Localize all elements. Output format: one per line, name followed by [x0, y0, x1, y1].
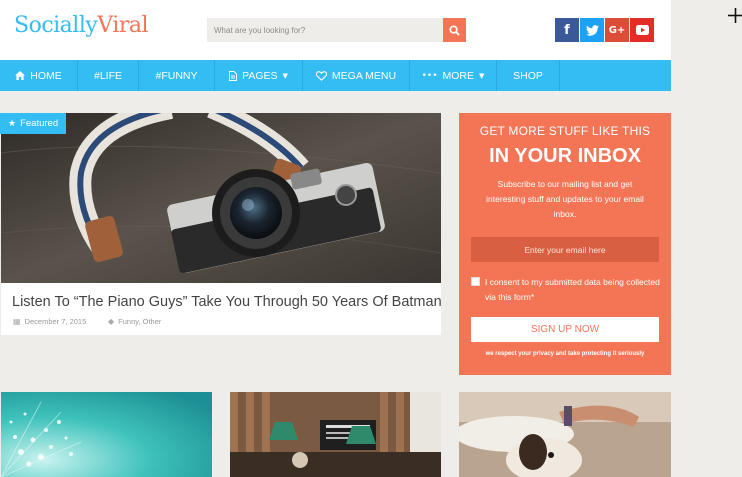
post-thumbnail[interactable] — [1, 392, 212, 477]
site: SociallyViral f G+ HOME — [0, 0, 671, 477]
nav-item-shop[interactable]: SHOP — [497, 60, 560, 91]
tag-icon: ◆ — [108, 317, 115, 326]
nav-label-life: #LIFE — [93, 69, 122, 82]
privacy-note: we respect your privacy and take protect… — [485, 351, 645, 357]
nav-item-more[interactable]: ••• MORE ▼ — [410, 60, 497, 91]
post-categories[interactable]: ◆ Funny, Other — [108, 317, 161, 326]
post-categories-text: Funny, Other — [118, 317, 162, 326]
newsletter-widget: GET MORE STUFF LIKE THIS IN YOUR INBOX S… — [459, 113, 671, 375]
featured-badge: ★ Featured — [0, 113, 67, 134]
post-thumbnail[interactable] — [459, 392, 671, 477]
nav-label-funny: #FUNNY — [155, 69, 198, 82]
twitter-icon[interactable] — [580, 18, 604, 42]
newsletter-description: Subscribe to our mailing list and get in… — [486, 179, 644, 219]
nav-item-home[interactable]: HOME — [0, 60, 78, 91]
nav-item-pages[interactable]: PAGES ▼ — [215, 60, 303, 91]
nav-label-home: HOME — [30, 69, 62, 82]
logo-text-part1: Socially — [14, 13, 98, 38]
consent-checkbox[interactable] — [471, 277, 480, 286]
featured-post-image[interactable] — [1, 113, 441, 283]
search-button[interactable] — [443, 18, 466, 42]
file-icon — [229, 70, 238, 81]
consent-label: I consent to my submitted data being col… — [485, 277, 660, 302]
youtube-icon[interactable] — [630, 18, 654, 42]
email-field[interactable] — [471, 237, 659, 262]
post-date: ▦ December 7, 2015 — [13, 317, 86, 326]
search-icon — [449, 24, 460, 36]
nav-label-pages: PAGES — [242, 69, 278, 82]
post-thumbnail[interactable] — [230, 392, 441, 477]
facebook-icon[interactable]: f — [555, 18, 579, 42]
sign-up-button[interactable]: SIGN UP NOW — [471, 317, 659, 342]
plus-icon[interactable] — [727, 7, 742, 24]
search-bar — [207, 18, 466, 42]
nav-label-mega-menu: MEGA MENU — [331, 69, 397, 82]
logo-text-part2: Viral — [97, 13, 149, 38]
home-icon — [15, 71, 26, 80]
newsletter-subheading: IN YOUR INBOX — [489, 145, 641, 167]
site-header: SociallyViral f G+ — [0, 0, 671, 60]
post-date-text: December 7, 2015 — [24, 317, 87, 326]
main-nav: HOME #LIFE #FUNNY PAGES ▼ MEGA MENU ••• … — [0, 60, 671, 91]
star-icon: ★ — [8, 118, 17, 129]
consent-row: I consent to my submitted data being col… — [471, 275, 661, 305]
dots-icon: ••• — [421, 70, 438, 81]
chevron-down-icon: ▼ — [282, 71, 288, 80]
newsletter-heading: GET MORE STUFF LIKE THIS — [479, 124, 651, 138]
featured-post-card: Listen To “The Piano Guys” Take You Thro… — [1, 113, 442, 335]
nav-item-funny[interactable]: #FUNNY — [139, 60, 215, 91]
nav-label-more: MORE — [442, 69, 475, 82]
site-logo[interactable]: SociallyViral — [14, 13, 149, 38]
nav-label-shop: SHOP — [513, 69, 543, 82]
chevron-down-icon: ▼ — [479, 71, 485, 80]
calendar-icon: ▦ — [13, 317, 21, 326]
featured-badge-label: Featured — [20, 118, 59, 129]
nav-item-mega-menu[interactable]: MEGA MENU — [303, 60, 410, 91]
search-input[interactable] — [207, 18, 443, 42]
featured-post-title[interactable]: Listen To “The Piano Guys” Take You Thro… — [12, 294, 442, 310]
heart-icon — [315, 70, 327, 81]
google-plus-icon[interactable]: G+ — [605, 18, 629, 42]
social-links: f G+ — [555, 18, 654, 42]
nav-item-life[interactable]: #LIFE — [78, 60, 139, 91]
